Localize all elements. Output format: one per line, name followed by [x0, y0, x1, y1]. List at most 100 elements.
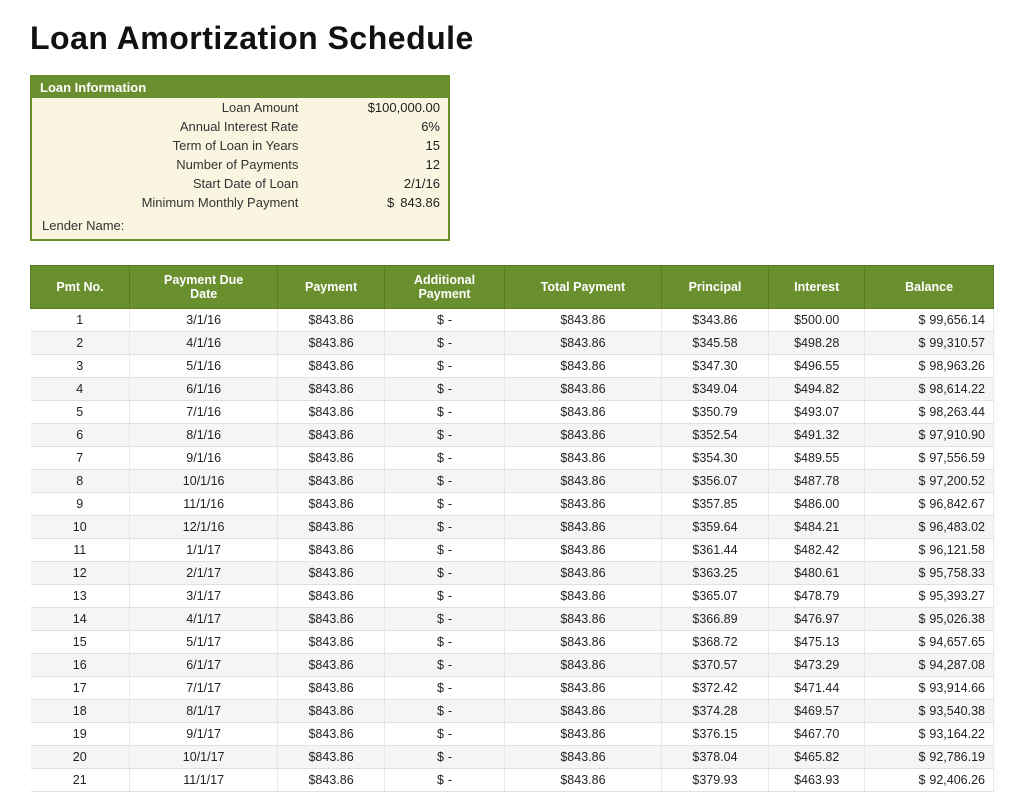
balance: $99,310.57 — [865, 332, 994, 355]
balance: $93,540.38 — [865, 700, 994, 723]
loan-field-value: 2/1/16 — [308, 174, 448, 193]
pmt-date: 3/1/17 — [130, 585, 278, 608]
additional-payment: $- — [384, 516, 504, 539]
additional-payment: $- — [384, 447, 504, 470]
principal: $352.54 — [661, 424, 769, 447]
principal: $363.25 — [661, 562, 769, 585]
table-row: 188/1/17$843.86$-$843.86$374.28$469.57$9… — [31, 700, 994, 723]
principal: $368.72 — [661, 631, 769, 654]
pmt-date: 1/1/17 — [130, 539, 278, 562]
payment-amount: $843.86 — [278, 447, 385, 470]
pmt-date: 7/1/16 — [130, 401, 278, 424]
payment-amount: $843.86 — [278, 401, 385, 424]
table-row: 144/1/17$843.86$-$843.86$366.89$476.97$9… — [31, 608, 994, 631]
additional-payment: $- — [384, 677, 504, 700]
interest: $478.79 — [769, 585, 865, 608]
principal: $354.30 — [661, 447, 769, 470]
interest: $482.42 — [769, 539, 865, 562]
pmt-date: 5/1/16 — [130, 355, 278, 378]
payment-amount: $843.86 — [278, 309, 385, 332]
table-row: 2111/1/17$843.86$-$843.86$379.93$463.93$… — [31, 769, 994, 792]
pmt-no: 18 — [31, 700, 130, 723]
payment-amount: $843.86 — [278, 562, 385, 585]
total-payment: $843.86 — [505, 516, 661, 539]
additional-payment: $- — [384, 424, 504, 447]
principal: $374.28 — [661, 700, 769, 723]
pmt-no: 12 — [31, 562, 130, 585]
payment-amount: $843.86 — [278, 539, 385, 562]
loan-field-value: $843.86 — [308, 193, 448, 212]
payment-amount: $843.86 — [278, 516, 385, 539]
loan-field-value: 15 — [308, 136, 448, 155]
pmt-date: 4/1/16 — [130, 332, 278, 355]
balance: $99,656.14 — [865, 309, 994, 332]
principal: $356.07 — [661, 470, 769, 493]
pmt-no: 8 — [31, 470, 130, 493]
payment-amount: $843.86 — [278, 723, 385, 746]
total-payment: $843.86 — [505, 769, 661, 792]
table-row: 46/1/16$843.86$-$843.86$349.04$494.82$98… — [31, 378, 994, 401]
interest: $491.32 — [769, 424, 865, 447]
pmt-no: 16 — [31, 654, 130, 677]
interest: $489.55 — [769, 447, 865, 470]
principal: $350.79 — [661, 401, 769, 424]
payment-amount: $843.86 — [278, 769, 385, 792]
interest: $496.55 — [769, 355, 865, 378]
principal: $345.58 — [661, 332, 769, 355]
principal: $372.42 — [661, 677, 769, 700]
loan-info-title: Loan Information — [32, 77, 448, 98]
loan-field-value: 6% — [308, 117, 448, 136]
pmt-no: 1 — [31, 309, 130, 332]
table-row: 1012/1/16$843.86$-$843.86$359.64$484.21$… — [31, 516, 994, 539]
principal: $347.30 — [661, 355, 769, 378]
additional-payment: $- — [384, 332, 504, 355]
total-payment: $843.86 — [505, 654, 661, 677]
additional-payment: $- — [384, 746, 504, 769]
interest: $475.13 — [769, 631, 865, 654]
table-row: 122/1/17$843.86$-$843.86$363.25$480.61$9… — [31, 562, 994, 585]
total-payment: $843.86 — [505, 447, 661, 470]
total-payment: $843.86 — [505, 332, 661, 355]
table-row: 2010/1/17$843.86$-$843.86$378.04$465.82$… — [31, 746, 994, 769]
total-payment: $843.86 — [505, 746, 661, 769]
interest: $498.28 — [769, 332, 865, 355]
balance: $93,914.66 — [865, 677, 994, 700]
additional-payment: $- — [384, 309, 504, 332]
balance: $97,556.59 — [865, 447, 994, 470]
schedule-table: Pmt No.Payment DueDatePaymentAdditionalP… — [30, 265, 994, 792]
balance: $92,786.19 — [865, 746, 994, 769]
principal: $378.04 — [661, 746, 769, 769]
total-payment: $843.86 — [505, 608, 661, 631]
pmt-date: 6/1/16 — [130, 378, 278, 401]
principal: $366.89 — [661, 608, 769, 631]
page-title: Loan Amortization Schedule — [30, 20, 994, 57]
table-row: 199/1/17$843.86$-$843.86$376.15$467.70$9… — [31, 723, 994, 746]
balance: $95,393.27 — [865, 585, 994, 608]
pmt-no: 21 — [31, 769, 130, 792]
total-payment: $843.86 — [505, 700, 661, 723]
interest: $465.82 — [769, 746, 865, 769]
additional-payment: $- — [384, 700, 504, 723]
pmt-no: 2 — [31, 332, 130, 355]
total-payment: $843.86 — [505, 424, 661, 447]
loan-field-label: Loan Amount — [32, 98, 308, 117]
interest: $469.57 — [769, 700, 865, 723]
pmt-date: 6/1/17 — [130, 654, 278, 677]
loan-field-label: Start Date of Loan — [32, 174, 308, 193]
pmt-date: 2/1/17 — [130, 562, 278, 585]
pmt-date: 9/1/16 — [130, 447, 278, 470]
payment-amount: $843.86 — [278, 493, 385, 516]
loan-field-label: Annual Interest Rate — [32, 117, 308, 136]
total-payment: $843.86 — [505, 493, 661, 516]
additional-payment: $- — [384, 608, 504, 631]
total-payment: $843.86 — [505, 378, 661, 401]
pmt-no: 9 — [31, 493, 130, 516]
pmt-date: 11/1/16 — [130, 493, 278, 516]
loan-info-box: Loan Information Loan Amount$100,000.00A… — [30, 75, 450, 241]
loan-field-label: Minimum Monthly Payment — [32, 193, 308, 212]
interest: $494.82 — [769, 378, 865, 401]
additional-payment: $- — [384, 539, 504, 562]
payment-amount: $843.86 — [278, 470, 385, 493]
interest: $463.93 — [769, 769, 865, 792]
loan-info-table: Loan Amount$100,000.00Annual Interest Ra… — [32, 98, 448, 212]
